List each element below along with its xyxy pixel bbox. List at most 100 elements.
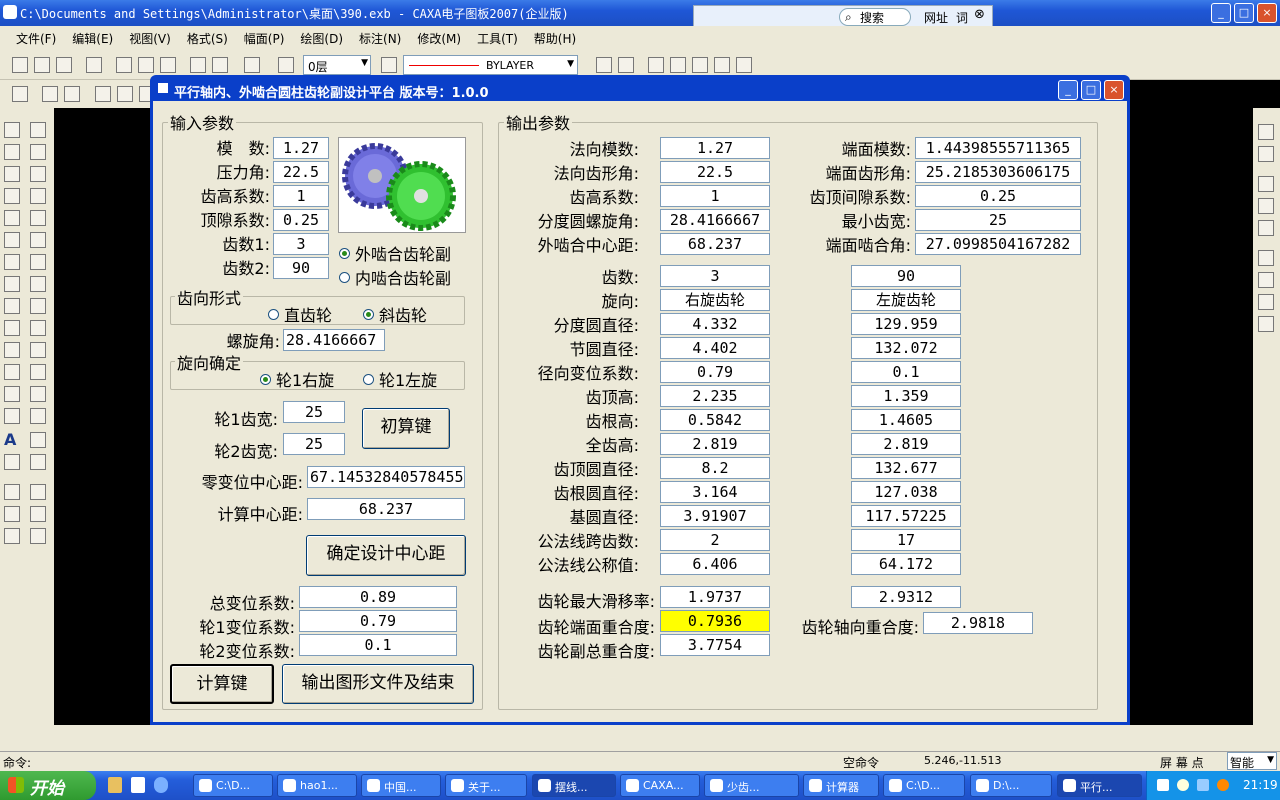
gear-tool-icon[interactable]: [30, 484, 46, 500]
layer-select[interactable]: 0层 ▼: [303, 55, 371, 75]
ellipse-icon[interactable]: [4, 254, 20, 270]
menu-view[interactable]: 视图(V): [121, 26, 179, 47]
initial-calc-button[interactable]: 初算键: [362, 408, 450, 449]
helical-gear-radio[interactable]: 斜齿轮: [363, 302, 427, 326]
clearance-coef-field[interactable]: 0.25: [273, 209, 329, 231]
maximize-button[interactable]: □: [1234, 3, 1254, 23]
word-link[interactable]: 词: [956, 9, 968, 26]
close-button[interactable]: ×: [1257, 3, 1277, 23]
shift1-field[interactable]: 0.79: [299, 610, 457, 632]
menu-edit[interactable]: 编辑(E): [64, 26, 121, 47]
array-icon[interactable]: [30, 232, 46, 248]
dialog-minimize-button[interactable]: _: [1058, 80, 1078, 100]
check-icon[interactable]: [30, 528, 46, 544]
grid-icon[interactable]: [1258, 316, 1274, 332]
taskbar-button[interactable]: 摆线...: [532, 774, 616, 797]
calc-center-field[interactable]: 68.237: [307, 498, 465, 520]
taskbar-button[interactable]: 少齿...: [704, 774, 799, 797]
paste-icon[interactable]: [160, 57, 176, 73]
rotate-icon[interactable]: [30, 210, 46, 226]
teeth1-field[interactable]: 3: [273, 233, 329, 255]
tray-icon[interactable]: [1157, 779, 1169, 791]
frame-icon[interactable]: [42, 86, 58, 102]
calculate-button[interactable]: 计算键: [170, 664, 274, 704]
face-width1-field[interactable]: 25: [283, 401, 345, 423]
helix-angle-field[interactable]: 28.4166667: [283, 329, 385, 351]
menu-modify[interactable]: 修改(M): [409, 26, 469, 47]
new-file-icon[interactable]: [12, 57, 28, 73]
table-icon[interactable]: [1258, 220, 1274, 236]
face-width2-field[interactable]: 25: [283, 433, 345, 455]
text-frame-icon[interactable]: [64, 86, 80, 102]
menu-file[interactable]: 文件(F): [0, 26, 64, 47]
help-icon[interactable]: [244, 57, 260, 73]
offset-icon[interactable]: [4, 364, 20, 380]
break-icon[interactable]: [30, 342, 46, 358]
taskbar-button[interactable]: 平行...: [1057, 774, 1142, 797]
rectangle-icon[interactable]: [4, 276, 20, 292]
mirror-icon[interactable]: [30, 188, 46, 204]
format-brush-icon[interactable]: [30, 454, 46, 470]
redo-icon[interactable]: [212, 57, 228, 73]
total-shift-field[interactable]: 0.89: [299, 586, 457, 608]
hand-icon[interactable]: [736, 57, 752, 73]
pencil-icon[interactable]: [30, 122, 46, 138]
addendum-coef-field[interactable]: 1: [273, 185, 329, 207]
zoom-window-icon[interactable]: [648, 57, 664, 73]
undo-icon[interactable]: [190, 57, 206, 73]
ie-icon[interactable]: [154, 777, 168, 793]
menu-format[interactable]: 格式(S): [179, 26, 236, 47]
zero-shift-center-field[interactable]: 67.14532840578455: [307, 466, 465, 488]
cube-icon[interactable]: [1258, 146, 1274, 162]
print-icon[interactable]: [86, 57, 102, 73]
weld-icon[interactable]: [4, 506, 20, 522]
dimension-icon[interactable]: [95, 86, 111, 102]
dialog-maximize-button[interactable]: □: [1081, 80, 1101, 100]
title-block-icon[interactable]: [4, 528, 20, 544]
explode-icon[interactable]: [30, 432, 46, 448]
text-tool-icon[interactable]: A: [4, 430, 16, 449]
cut-icon[interactable]: [116, 57, 132, 73]
site-link[interactable]: 网址: [924, 9, 948, 26]
pan-icon[interactable]: [692, 57, 708, 73]
taskbar-button[interactable]: 中国...: [361, 774, 441, 797]
camera-icon[interactable]: [1258, 250, 1274, 266]
extend-icon[interactable]: [30, 320, 46, 336]
dimension-tool-icon[interactable]: [30, 408, 46, 424]
spur-gear-radio[interactable]: 直齿轮: [268, 302, 332, 326]
arc-icon[interactable]: [4, 188, 20, 204]
sheet-icon[interactable]: [1258, 294, 1274, 310]
circle-icon[interactable]: [4, 166, 20, 182]
spline-icon[interactable]: [4, 210, 20, 226]
copy-object-icon[interactable]: [30, 166, 46, 182]
line-icon[interactable]: [4, 122, 20, 138]
polyline-icon[interactable]: [4, 342, 20, 358]
block-icon[interactable]: [4, 408, 20, 424]
view-icon[interactable]: [1258, 124, 1274, 140]
taskbar-button[interactable]: C:\D...: [883, 774, 965, 797]
snap-icon[interactable]: [596, 57, 612, 73]
taskbar-button[interactable]: hao1...: [277, 774, 357, 797]
tolerance-icon[interactable]: [30, 506, 46, 522]
copy-icon[interactable]: [138, 57, 154, 73]
point-icon[interactable]: [4, 232, 20, 248]
hatch-icon[interactable]: [4, 386, 20, 402]
menu-draw[interactable]: 绘图(D): [292, 26, 351, 47]
trim-icon[interactable]: [30, 276, 46, 292]
taskbar-button[interactable]: C:\D...: [193, 774, 273, 797]
tray-icon[interactable]: [1177, 779, 1189, 791]
taskbar-button[interactable]: 关于...: [445, 774, 527, 797]
stretch-icon[interactable]: [30, 364, 46, 380]
gear1-left-hand-radio[interactable]: 轮1左旋: [363, 367, 437, 391]
internal-mesh-radio[interactable]: 内啮合齿轮副: [339, 265, 451, 289]
open-file-icon[interactable]: [34, 57, 50, 73]
polygon-icon[interactable]: [4, 298, 20, 314]
close-icon[interactable]: ⊗: [974, 7, 985, 22]
tray-icon[interactable]: [1217, 779, 1229, 791]
save-icon[interactable]: [56, 57, 72, 73]
object-snap-icon[interactable]: [618, 57, 634, 73]
start-button[interactable]: 开始: [0, 771, 96, 800]
move-icon[interactable]: [30, 144, 46, 160]
shift2-field[interactable]: 0.1: [299, 634, 457, 656]
search-button[interactable]: ⌕ 搜索: [839, 8, 911, 26]
